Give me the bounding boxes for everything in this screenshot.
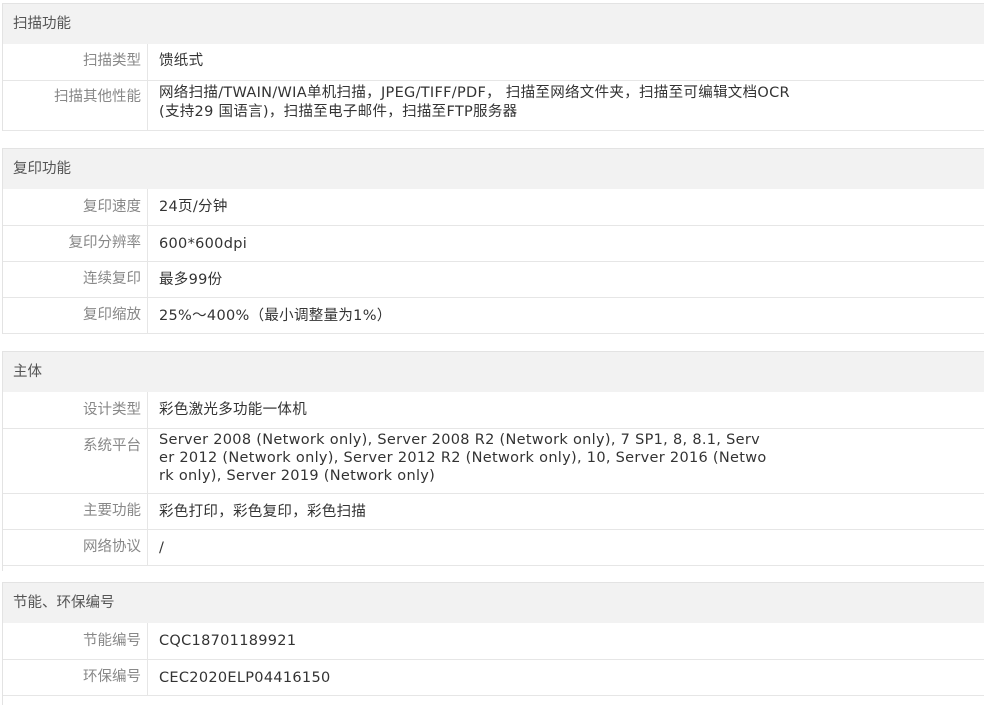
spec-value: CEC2020ELP04416150 — [159, 670, 331, 686]
spec-row: 系统平台 Server 2008 (Network only), Server … — [3, 429, 984, 494]
section-title: 扫描功能 — [3, 4, 984, 44]
spec-label: 复印分辨率 — [3, 226, 148, 261]
spec-row: 扫描其他性能 网络扫描/TWAIN/WIA单机扫描，JPEG/TIFF/PDF，… — [3, 81, 984, 131]
spec-value: 彩色激光多功能一体机 — [159, 402, 307, 418]
spec-page: 扫描功能 扫描类型 馈纸式 扫描其他性能 网络扫描/TWAIN/WIA单机扫描，… — [0, 0, 992, 705]
section-copy: 复印功能 复印速度 24页/分钟 复印分辨率 600*600dpi 连续复印 最… — [2, 148, 984, 334]
spec-row: 节能编号 CQC18701189921 — [3, 623, 984, 660]
spec-value: 25%～400%（最小调整量为1%） — [159, 308, 392, 324]
spec-label: 复印速度 — [3, 189, 148, 225]
spec-row: 复印速度 24页/分钟 — [3, 189, 984, 226]
section-scan: 扫描功能 扫描类型 馈纸式 扫描其他性能 网络扫描/TWAIN/WIA单机扫描，… — [2, 3, 984, 131]
spec-row: 复印分辨率 600*600dpi — [3, 226, 984, 262]
spec-label: 扫描类型 — [3, 44, 148, 80]
spec-row: 环保编号 CEC2020ELP04416150 — [3, 660, 984, 696]
spec-value: / — [159, 540, 165, 556]
spec-row: 设计类型 彩色激光多功能一体机 — [3, 392, 984, 429]
spec-row: 网络协议 / — [3, 530, 984, 566]
spec-row: 主要功能 彩色打印，彩色复印，彩色扫描 — [3, 494, 984, 530]
spec-value: CQC18701189921 — [159, 633, 297, 649]
spec-label: 设计类型 — [3, 392, 148, 428]
section-title: 节能、环保编号 — [3, 583, 984, 623]
spec-row: 扫描类型 馈纸式 — [3, 44, 984, 81]
section-title: 复印功能 — [3, 149, 984, 189]
spec-label: 主要功能 — [3, 494, 148, 529]
spec-label: 扫描其他性能 — [3, 81, 148, 130]
spec-label: 系统平台 — [3, 429, 148, 493]
section-energy-env: 节能、环保编号 节能编号 CQC18701189921 环保编号 CEC2020… — [2, 582, 984, 705]
section-main-body: 主体 设计类型 彩色激光多功能一体机 系统平台 Server 2008 (Net… — [2, 351, 984, 571]
spec-label: 网络协议 — [3, 530, 148, 565]
spec-label: 环保编号 — [3, 660, 148, 695]
spec-row: 复印缩放 25%～400%（最小调整量为1%） — [3, 298, 984, 334]
spec-value: 网络扫描/TWAIN/WIA单机扫描，JPEG/TIFF/PDF， 扫描至网络文… — [159, 85, 790, 120]
spec-row: 连续复印 最多99份 — [3, 262, 984, 298]
spec-value: 馈纸式 — [159, 53, 204, 69]
spec-value: Server 2008 (Network only), Server 2008 … — [159, 432, 767, 484]
spec-value: 最多99份 — [159, 272, 223, 288]
section-title: 主体 — [3, 352, 984, 392]
spec-value: 24页/分钟 — [159, 199, 228, 215]
spec-label: 节能编号 — [3, 623, 148, 659]
spec-label: 复印缩放 — [3, 298, 148, 333]
spec-value: 600*600dpi — [159, 236, 248, 252]
spec-value: 彩色打印，彩色复印，彩色扫描 — [159, 504, 367, 520]
spec-label: 连续复印 — [3, 262, 148, 297]
